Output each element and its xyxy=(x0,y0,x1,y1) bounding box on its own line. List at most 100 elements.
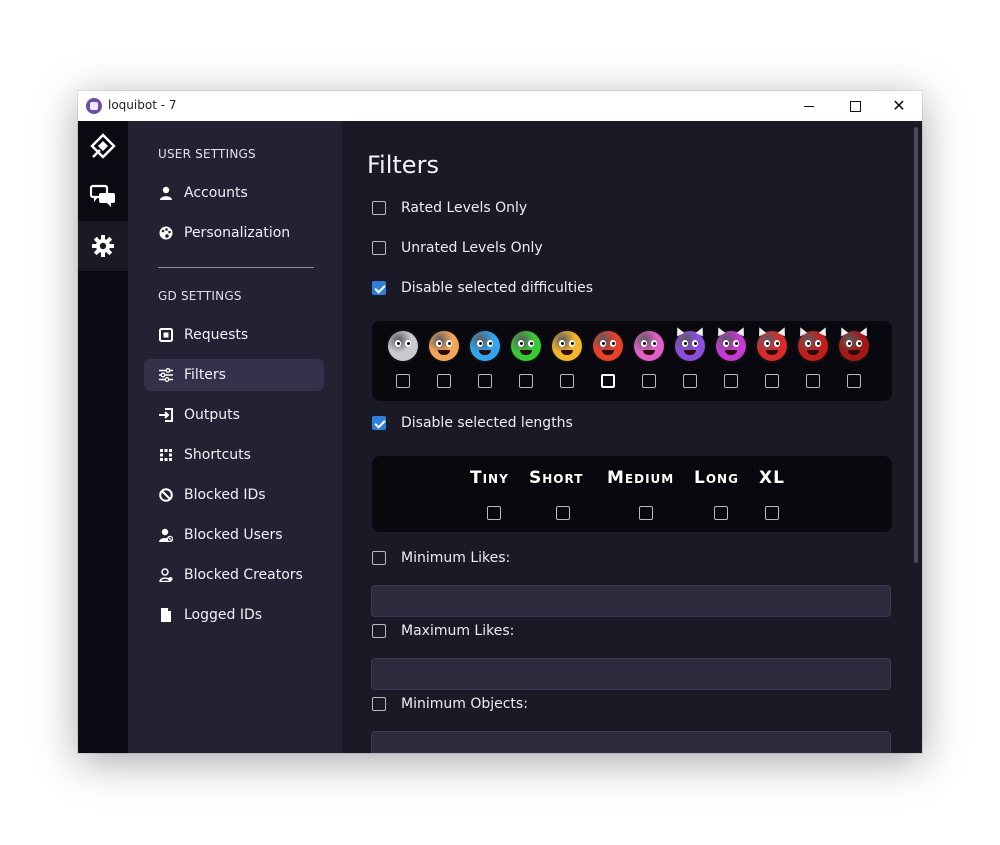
min-likes-input[interactable] xyxy=(372,586,890,616)
difficulty-hard-checkbox[interactable] xyxy=(560,374,574,388)
page-title: Filters xyxy=(367,151,439,179)
rated-only-option[interactable]: Rated Levels Only xyxy=(372,200,527,216)
keyboard-icon xyxy=(158,447,174,463)
sidebar-item-logged-ids[interactable]: Logged IDs xyxy=(144,599,324,631)
requests-icon xyxy=(158,327,174,343)
sidebar-item-accounts[interactable]: Accounts xyxy=(144,177,324,209)
disable-lengths-option[interactable]: Disable selected lengths xyxy=(372,415,573,431)
sidebar-item-personalization[interactable]: Personalization xyxy=(144,217,324,249)
max-likes-checkbox[interactable] xyxy=(372,624,386,638)
title-bar: loquibot - 7 ✕ xyxy=(78,91,922,121)
rail-requests-button[interactable] xyxy=(78,121,128,171)
rated-only-checkbox[interactable] xyxy=(372,201,386,215)
difficulty-hard-demon-icon xyxy=(755,325,789,361)
difficulty-auto-checkbox[interactable] xyxy=(437,374,451,388)
difficulty-easy-icon xyxy=(470,331,500,361)
difficulty-easy-checkbox[interactable] xyxy=(478,374,492,388)
difficulty-hard-demon-checkbox[interactable] xyxy=(765,374,779,388)
min-likes-label: Minimum Likes: xyxy=(401,550,511,566)
maximize-button[interactable] xyxy=(832,91,878,121)
gear-icon xyxy=(92,235,114,257)
app-logo-icon xyxy=(86,98,102,114)
sidebar-item-label: Outputs xyxy=(184,407,240,423)
gd-settings-heading: GD SETTINGS xyxy=(158,289,242,303)
length-checkbox-xl[interactable] xyxy=(765,506,779,520)
difficulty-harder-icon xyxy=(593,331,623,361)
length-checkbox-long[interactable] xyxy=(714,506,728,520)
difficulty-auto-icon xyxy=(429,331,459,361)
sliders-icon xyxy=(158,367,174,383)
difficulty-harder-checkbox[interactable] xyxy=(601,374,615,388)
min-objects-input[interactable] xyxy=(372,732,890,753)
sidebar-item-label: Blocked IDs xyxy=(184,487,266,503)
difficulty-na-checkbox[interactable] xyxy=(396,374,410,388)
difficulty-na-icon xyxy=(388,331,418,361)
difficulty-easy-demon-checkbox[interactable] xyxy=(683,374,697,388)
difficulty-normal-checkbox[interactable] xyxy=(519,374,533,388)
difficulty-insane-checkbox[interactable] xyxy=(642,374,656,388)
ban-icon xyxy=(158,487,174,503)
user-blocked-icon xyxy=(158,527,174,543)
close-button[interactable]: ✕ xyxy=(876,91,922,121)
sidebar-item-label: Blocked Creators xyxy=(184,567,303,583)
unrated-only-label: Unrated Levels Only xyxy=(401,240,543,256)
difficulty-hard-icon xyxy=(552,331,582,361)
close-icon: ✕ xyxy=(892,96,906,115)
sidebar-item-blocked-creators[interactable]: Blocked Creators xyxy=(144,559,324,591)
sidebar-item-label: Personalization xyxy=(184,225,291,241)
min-objects-checkbox[interactable] xyxy=(372,697,386,711)
filters-panel: Filters Rated Levels Only Unrated Levels… xyxy=(342,121,922,753)
sidebar-item-label: Blocked Users xyxy=(184,527,283,543)
window-title: loquibot - 7 xyxy=(108,98,177,112)
difficulty-extreme-demon-icon xyxy=(837,325,871,361)
difficulty-easy-demon-icon xyxy=(673,325,707,361)
sidebar-item-requests[interactable]: Requests xyxy=(144,319,324,351)
maximize-icon xyxy=(849,100,861,112)
difficulty-insane-demon-checkbox[interactable] xyxy=(806,374,820,388)
sidebar-divider xyxy=(158,267,314,268)
length-checkbox-tiny[interactable] xyxy=(487,506,501,520)
min-likes-option[interactable]: Minimum Likes: xyxy=(372,550,510,566)
difficulty-normal-icon xyxy=(511,331,541,361)
sidebar-item-blocked-users[interactable]: Blocked Users xyxy=(144,519,324,551)
user-outline-icon xyxy=(158,567,174,583)
minimize-icon xyxy=(804,105,814,107)
min-likes-field[interactable] xyxy=(371,585,891,617)
icon-rail xyxy=(78,121,128,753)
min-likes-checkbox[interactable] xyxy=(372,551,386,565)
disable-difficulties-option[interactable]: Disable selected difficulties xyxy=(372,280,593,296)
disable-difficulties-label: Disable selected difficulties xyxy=(401,280,593,296)
scrollbar[interactable] xyxy=(914,127,918,563)
sidebar-item-shortcuts[interactable]: Shortcuts xyxy=(144,439,324,471)
max-likes-field[interactable] xyxy=(371,658,891,690)
difficulty-extreme-demon-checkbox[interactable] xyxy=(847,374,861,388)
app-window: loquibot - 7 ✕ USER SETTINGS Accounts Pe… xyxy=(78,91,922,753)
disable-lengths-checkbox[interactable] xyxy=(372,416,386,430)
max-likes-label: Maximum Likes: xyxy=(401,623,515,639)
rail-chat-button[interactable] xyxy=(78,171,128,221)
output-icon xyxy=(158,407,174,423)
length-checkbox-medium[interactable] xyxy=(639,506,653,520)
sidebar-item-filters[interactable]: Filters xyxy=(144,359,324,391)
sidebar-item-blocked-ids[interactable]: Blocked IDs xyxy=(144,479,324,511)
min-objects-option[interactable]: Minimum Objects: xyxy=(372,696,528,712)
sidebar-item-label: Accounts xyxy=(184,185,248,201)
length-label-tiny: Tiny xyxy=(470,468,509,488)
min-objects-field[interactable] xyxy=(371,731,891,753)
difficulty-medium-demon-checkbox[interactable] xyxy=(724,374,738,388)
max-likes-option[interactable]: Maximum Likes: xyxy=(372,623,514,639)
rail-settings-button[interactable] xyxy=(78,221,128,271)
disable-difficulties-checkbox[interactable] xyxy=(372,281,386,295)
unrated-only-checkbox[interactable] xyxy=(372,241,386,255)
user-settings-heading: USER SETTINGS xyxy=(158,147,256,161)
unrated-only-option[interactable]: Unrated Levels Only xyxy=(372,240,543,256)
length-label-medium: Medium xyxy=(607,468,675,488)
length-checkbox-short[interactable] xyxy=(556,506,570,520)
difficulty-insane-icon xyxy=(634,331,664,361)
max-likes-input[interactable] xyxy=(372,659,890,689)
difficulty-insane-demon-icon xyxy=(796,325,830,361)
rated-only-label: Rated Levels Only xyxy=(401,200,528,216)
minimize-button[interactable] xyxy=(786,91,832,121)
sidebar-item-outputs[interactable]: Outputs xyxy=(144,399,324,431)
length-label-long: Long xyxy=(694,468,739,488)
